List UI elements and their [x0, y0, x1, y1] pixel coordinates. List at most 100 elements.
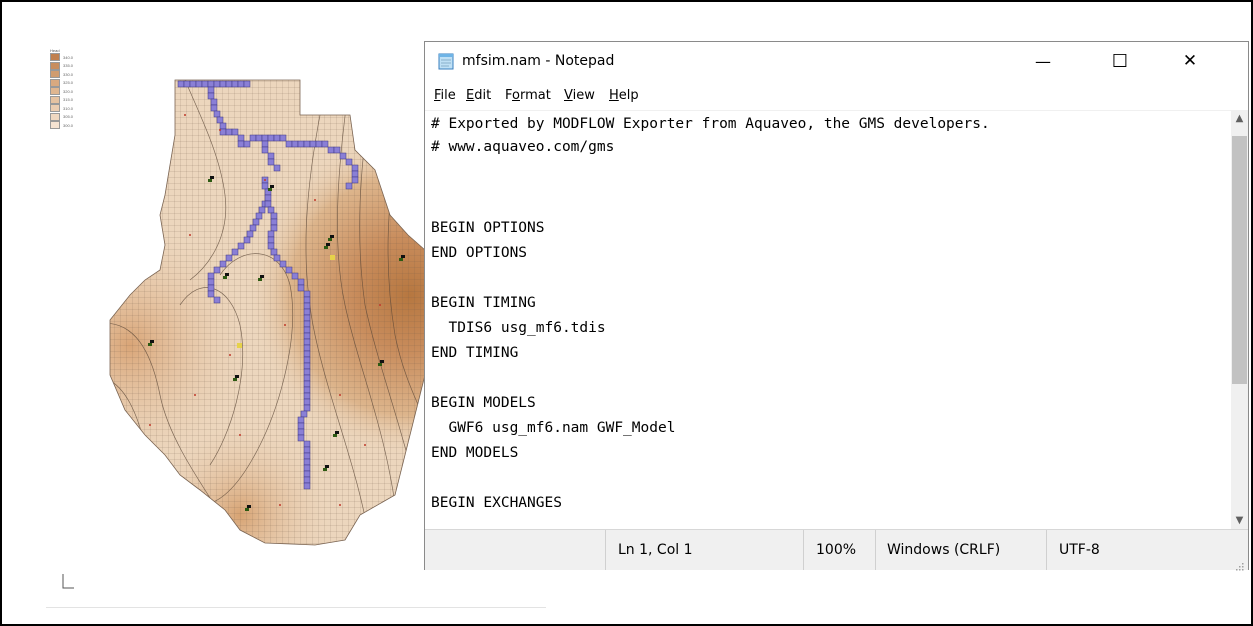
stream-cell — [303, 302, 311, 310]
minimize-icon: — — [1035, 51, 1051, 71]
stream-cell — [297, 428, 305, 436]
stream-cell — [303, 308, 311, 316]
observation-point — [149, 424, 151, 426]
menu-help[interactable]: Help — [609, 88, 639, 104]
stream-cell — [237, 134, 245, 142]
menu-edit[interactable]: Edit — [466, 88, 491, 104]
status-bar: Ln 1, Col 1 100% Windows (CRLF) UTF-8 — [425, 529, 1248, 571]
stream-cell — [267, 230, 275, 238]
stream-cell — [303, 350, 311, 358]
scroll-down-icon[interactable]: ▼ — [1231, 512, 1248, 529]
status-line-ending: Windows (CRLF) — [875, 530, 1046, 570]
stream-cell — [351, 170, 359, 178]
stream-cell — [315, 140, 323, 148]
menu-format-mnemonic: o — [512, 88, 520, 103]
stream-cell — [291, 272, 299, 280]
stream-cell — [285, 140, 293, 148]
menu-view[interactable]: View — [564, 88, 595, 104]
menu-help-mnemonic: H — [609, 88, 619, 103]
legend-swatch — [50, 112, 60, 121]
stream-cell — [321, 140, 329, 148]
notepad-window[interactable]: mfsim.nam - Notepad — ☐ ✕ File Edit Form… — [424, 41, 1249, 571]
legend-swatch — [50, 87, 60, 96]
legend-row: 335.0 — [50, 61, 86, 71]
stream-cell — [261, 140, 269, 148]
stream-cell — [303, 482, 311, 490]
menu-edit-mnemonic: E — [466, 88, 475, 103]
stream-cell — [303, 386, 311, 394]
stream-cell — [255, 212, 263, 220]
stream-cell — [213, 266, 221, 274]
menu-help-rest: elp — [618, 88, 639, 103]
scroll-up-icon[interactable]: ▲ — [1231, 110, 1248, 127]
stream-cell — [339, 152, 347, 160]
stream-cell — [303, 440, 311, 448]
menu-format[interactable]: Format — [505, 88, 551, 104]
stream-cell — [177, 80, 185, 88]
head-legend: Head 340.0 335.0 330.0 325.0 320.0 315.0 310.0… — [50, 48, 86, 130]
notepad-menu-bar: File Edit Format View Help — [425, 84, 1248, 108]
stream-cell — [303, 458, 311, 466]
text-line: TDIS6 usg_mf6.tdis — [431, 320, 606, 336]
stream-cell — [291, 140, 299, 148]
observation-point — [314, 199, 316, 201]
stream-cell — [351, 176, 359, 184]
legend-label: 320.0 — [63, 88, 74, 94]
stream-cell — [213, 296, 221, 304]
legend-row: 305.0 — [50, 112, 86, 122]
minimize-button[interactable]: — — [1020, 42, 1066, 80]
stream-cell — [252, 218, 260, 226]
legend-swatch — [50, 78, 60, 87]
observation-point — [379, 304, 381, 306]
stream-cell — [270, 248, 278, 256]
stream-cell — [213, 80, 221, 88]
stream-cell — [273, 134, 281, 142]
legend-label: 300.0 — [63, 122, 74, 128]
observation-point — [339, 504, 341, 506]
observation-point — [364, 444, 366, 446]
stream-cell — [231, 80, 239, 88]
notepad-title-bar[interactable]: mfsim.nam - Notepad — ☐ ✕ — [425, 42, 1248, 80]
stream-cell — [303, 296, 311, 304]
stream-cell — [285, 266, 293, 274]
stream-cell — [303, 470, 311, 478]
stream-cell — [297, 434, 305, 442]
observation-point — [339, 394, 341, 396]
menu-file[interactable]: File — [434, 88, 456, 104]
stream-cell — [303, 398, 311, 406]
stream-cell — [207, 80, 215, 88]
stream-cell — [270, 212, 278, 220]
text-line: GWF6 usg_mf6.nam GWF_Model — [431, 420, 676, 436]
vertical-scrollbar[interactable]: ▲ ▼ — [1231, 110, 1248, 529]
notepad-text-area[interactable]: # Exported by MODFLOW Exporter from Aqua… — [425, 110, 1231, 530]
status-position: Ln 1, Col 1 — [605, 530, 803, 570]
stream-cell — [300, 410, 308, 418]
stream-cell — [267, 152, 275, 160]
stream-cell — [207, 290, 215, 298]
stream-cell — [303, 452, 311, 460]
stream-cell — [207, 92, 215, 100]
maximize-button[interactable]: ☐ — [1097, 42, 1143, 80]
stream-cell — [303, 290, 311, 298]
stream-cell — [237, 80, 245, 88]
stream-cell — [225, 128, 233, 136]
stream-cell — [303, 140, 311, 148]
stream-cell — [267, 134, 275, 142]
stream-cell — [243, 140, 251, 148]
stream-cell — [273, 254, 281, 262]
text-line: BEGIN EXCHANGES — [431, 495, 562, 511]
stream-cell — [303, 326, 311, 334]
text-line: END TIMING — [431, 345, 519, 361]
legend-label: 315.0 — [63, 97, 74, 103]
close-button[interactable]: ✕ — [1167, 42, 1213, 80]
legend-label: 310.0 — [63, 105, 74, 111]
menu-edit-rest: dit — [474, 88, 492, 103]
resize-grip-icon[interactable] — [1234, 556, 1244, 571]
legend-row: 325.0 — [50, 78, 86, 88]
scrollbar-thumb[interactable] — [1232, 136, 1247, 384]
stream-cell — [333, 146, 341, 154]
stream-cell — [225, 80, 233, 88]
stream-cell — [195, 80, 203, 88]
stream-cell — [231, 128, 239, 136]
observation-point — [189, 234, 191, 236]
